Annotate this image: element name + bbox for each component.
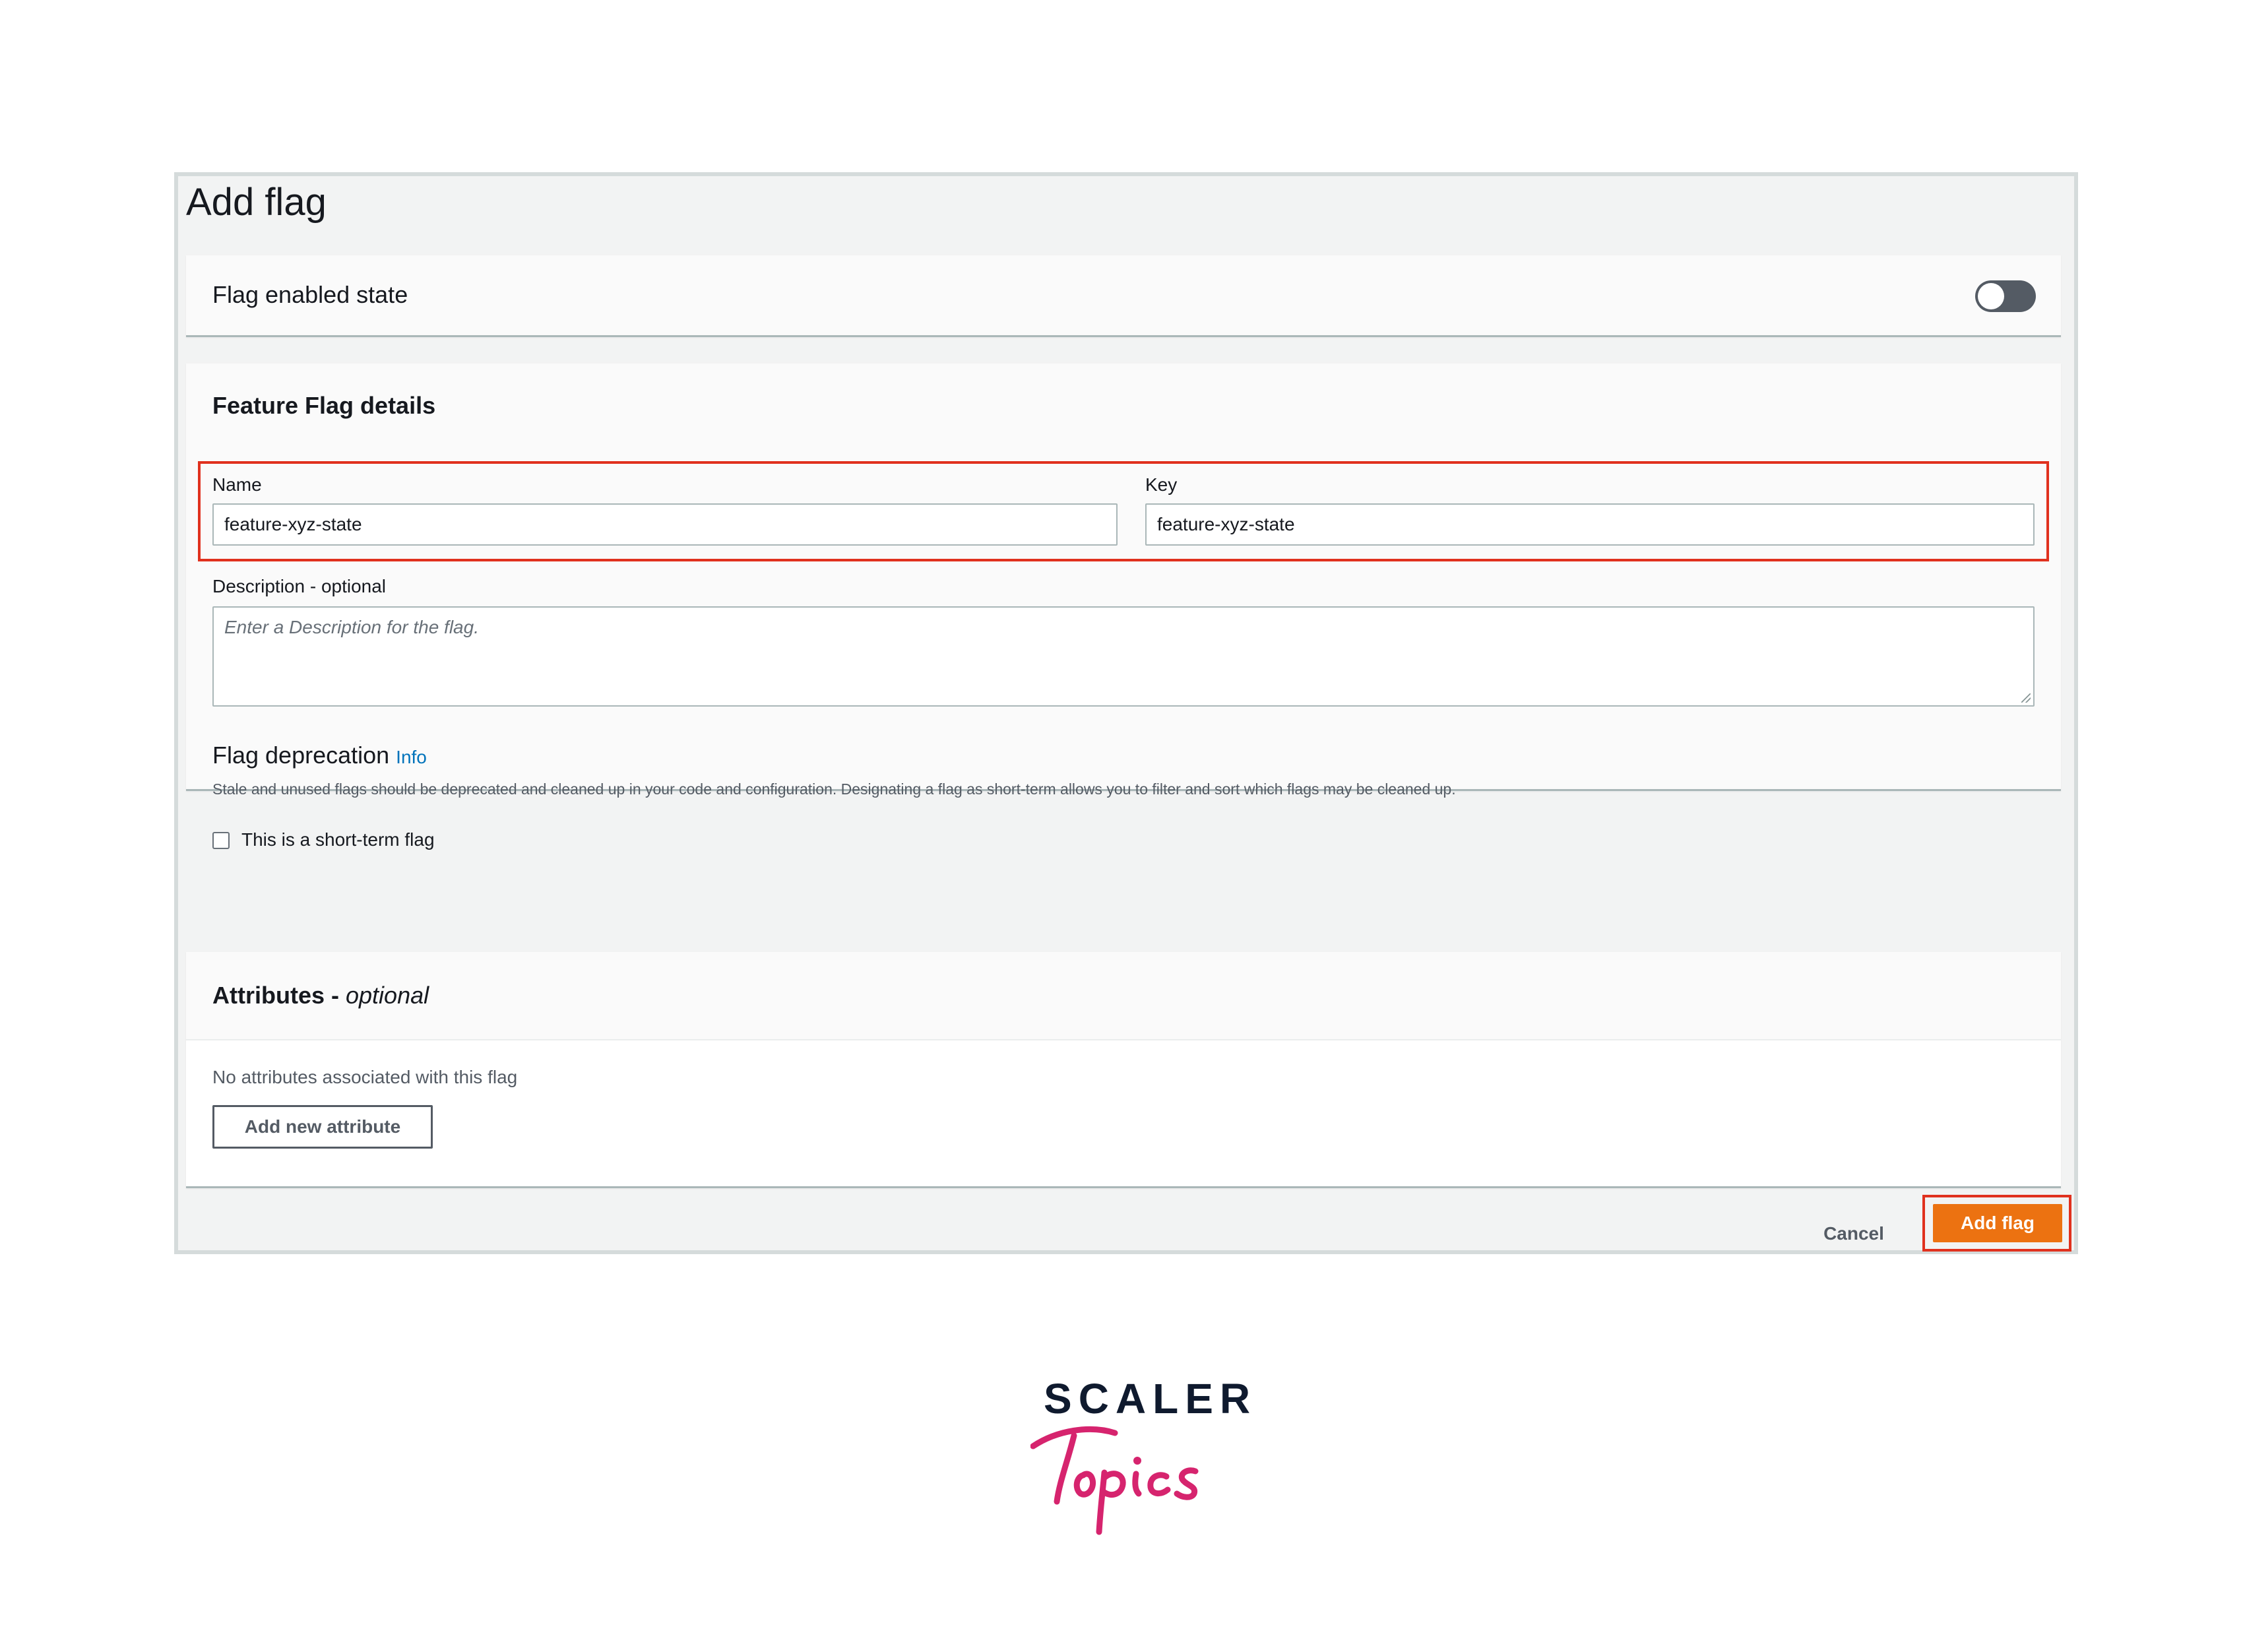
add-new-attribute-button[interactable]: Add new attribute xyxy=(212,1105,433,1149)
add-flag-window: Add flag Flag enabled state Feature Flag… xyxy=(174,172,2078,1254)
toggle-knob xyxy=(1978,283,2004,309)
resize-grip-icon[interactable] xyxy=(2021,693,2031,703)
description-textarea[interactable]: Enter a Description for the flag. xyxy=(212,606,2035,707)
description-placeholder: Enter a Description for the flag. xyxy=(224,617,479,637)
attributes-empty-text: No attributes associated with this flag xyxy=(212,1067,518,1087)
description-label: Description - optional xyxy=(212,576,387,596)
flag-enabled-label: Flag enabled state xyxy=(212,281,408,308)
attributes-header: Attributes - optional xyxy=(186,952,2061,1040)
cancel-button[interactable]: Cancel xyxy=(1808,1212,1900,1255)
key-input[interactable]: feature-xyz-state xyxy=(1145,503,2035,546)
short-term-checkbox[interactable] xyxy=(212,832,230,849)
name-label: Name xyxy=(212,474,262,495)
flag-enabled-toggle[interactable] xyxy=(1975,280,2036,312)
key-label: Key xyxy=(1145,474,1178,495)
info-link[interactable]: Info xyxy=(396,747,427,767)
deprecation-help-text: Stale and unused flags should be depreca… xyxy=(212,780,1456,798)
page-title: Add flag xyxy=(186,181,327,224)
attributes-title: Attributes - optional xyxy=(212,978,429,1013)
feature-flag-details-panel: Feature Flag details Name feature-xyz-st… xyxy=(186,364,2061,850)
details-title: Feature Flag details xyxy=(212,392,436,419)
attributes-optional-tag: optional xyxy=(346,982,429,1009)
flag-enabled-panel: Flag enabled state xyxy=(186,255,2061,337)
add-flag-button[interactable]: Add flag xyxy=(1933,1204,2062,1242)
short-term-checkbox-label[interactable]: This is a short-term flag xyxy=(241,827,435,853)
logo-topics-icon xyxy=(1030,1426,1199,1535)
attributes-title-separator: - xyxy=(325,982,346,1009)
flag-deprecation-heading: Flag deprecation Info xyxy=(212,738,427,775)
add-flag-highlight-box: Add flag xyxy=(1922,1195,2071,1252)
name-input[interactable]: feature-xyz-state xyxy=(212,503,1118,546)
attributes-title-text: Attributes xyxy=(212,982,325,1009)
scaler-topics-logo: SCALER xyxy=(1030,1375,1250,1546)
flag-deprecation-title: Flag deprecation xyxy=(212,742,390,769)
attributes-panel: Attributes - optional No attributes asso… xyxy=(186,952,2061,1188)
